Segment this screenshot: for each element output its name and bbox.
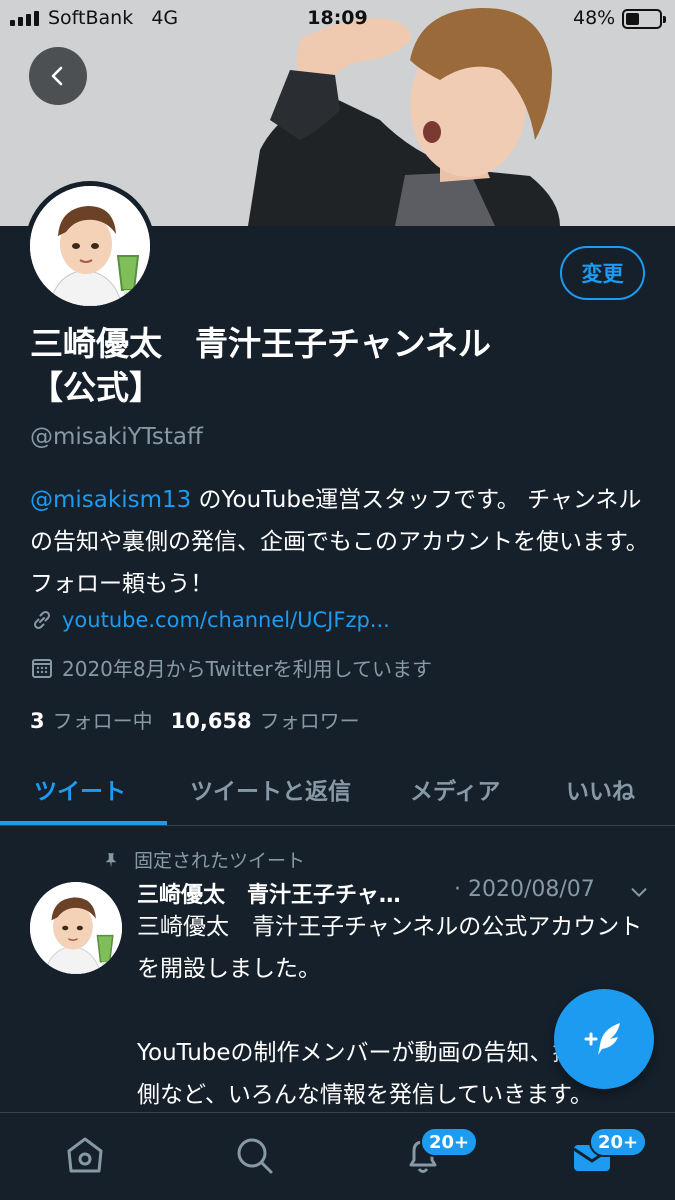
following-count: 3 xyxy=(30,709,45,733)
tweet-author-avatar[interactable] xyxy=(30,882,122,974)
join-date: 2020年8月からTwitterを利用しています xyxy=(30,653,432,682)
pinned-label-text: 固定されたツイート xyxy=(134,850,306,872)
home-icon xyxy=(67,1137,103,1173)
following-stat[interactable]: 3 フォロー中 xyxy=(30,705,153,734)
nav-search[interactable] xyxy=(232,1133,276,1177)
tab-likes[interactable]: いいね xyxy=(566,772,635,806)
pinned-tweet-label: 固定されたツイート xyxy=(102,846,305,873)
user-handle: @misakiYTstaff xyxy=(30,424,203,450)
profile-bio: @misakism13 のYouTube運営スタッフです。 チャンネルの告知や裏… xyxy=(30,479,650,605)
display-name: 三崎優太 青汁王子チャンネル 【公式】 xyxy=(30,322,630,410)
edit-profile-button[interactable]: 変更 xyxy=(560,246,645,300)
calendar-icon xyxy=(32,658,52,678)
battery-percent: 48% xyxy=(573,7,616,29)
tweet-author-name[interactable]: 三崎優太 青汁王子チャ… xyxy=(137,877,401,909)
compose-tweet-button[interactable] xyxy=(554,989,654,1089)
nav-home[interactable] xyxy=(63,1133,107,1177)
bio-mention-link[interactable]: @misakism13 xyxy=(30,487,191,513)
profile-tabs: ツイート ツイートと返信 メディア いいね xyxy=(0,748,675,826)
follow-stats: 3 フォロー中 10,658 フォロワー xyxy=(30,705,360,734)
notifications-badge: 20+ xyxy=(420,1127,479,1157)
avatar-illustration xyxy=(30,186,150,306)
back-arrow-icon xyxy=(51,66,63,86)
back-button[interactable] xyxy=(29,47,87,105)
compose-icon xyxy=(584,1023,620,1055)
avatar-illustration xyxy=(30,882,122,974)
display-name-line1: 三崎優太 青汁王子チャンネル xyxy=(30,324,492,363)
display-name-line2: 【公式】 xyxy=(30,368,162,407)
messages-badge: 20+ xyxy=(589,1127,648,1157)
active-tab-indicator xyxy=(0,821,167,825)
bottom-navigation xyxy=(0,1112,675,1200)
profile-avatar[interactable] xyxy=(25,181,155,311)
website-link[interactable]: youtube.com/channel/UCJFzp... xyxy=(62,608,390,632)
following-label: フォロー中 xyxy=(52,709,153,733)
profile-website[interactable]: youtube.com/channel/UCJFzp... xyxy=(30,608,390,632)
followers-label: フォロワー xyxy=(259,709,360,733)
tab-tweets-and-replies[interactable]: ツイートと返信 xyxy=(190,772,351,806)
pin-icon xyxy=(105,852,117,867)
tab-media[interactable]: メディア xyxy=(410,772,500,806)
chevron-down-icon[interactable] xyxy=(628,881,650,903)
status-bar: SoftBank 4G 18:09 48% xyxy=(0,0,675,38)
link-icon xyxy=(33,610,51,630)
profile-screen: SoftBank 4G 18:09 48% 変更 三崎優太 青汁王子チャンネル … xyxy=(0,0,675,1200)
battery-icon xyxy=(622,9,666,29)
tab-tweets[interactable]: ツイート xyxy=(34,772,126,806)
join-date-text: 2020年8月からTwitterを利用しています xyxy=(62,657,433,681)
search-icon xyxy=(237,1138,273,1174)
tweet-date[interactable]: · 2020/08/07 xyxy=(454,877,595,902)
followers-stat[interactable]: 10,658 フォロワー xyxy=(171,705,360,734)
followers-count: 10,658 xyxy=(170,709,252,733)
